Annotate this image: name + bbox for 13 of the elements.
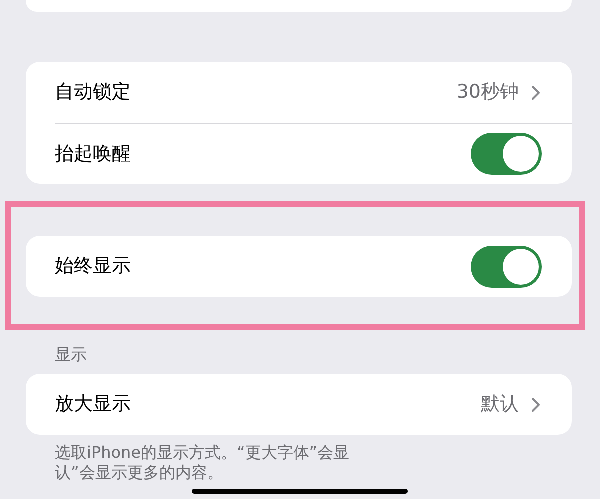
row-label: 始终显示	[55, 254, 132, 280]
row-label: 抬起唤醒	[55, 142, 132, 167]
toggle-switch[interactable]	[471, 133, 542, 175]
row-label: 放大显示	[55, 392, 132, 418]
footer-text: 认”会显示更多的内容。	[55, 463, 224, 483]
toggle-switch[interactable]	[471, 246, 542, 288]
row-value[interactable]: 30秒钟	[456, 78, 519, 107]
row-label: 自动锁定	[55, 80, 132, 106]
chevron-icon	[531, 396, 541, 412]
row-value[interactable]: 默认	[481, 390, 519, 419]
section-header: 显示	[55, 344, 88, 366]
chevron-icon	[531, 84, 541, 100]
footer-text: 选取iPhone的显示方式。“更大字体”会显	[55, 443, 350, 463]
